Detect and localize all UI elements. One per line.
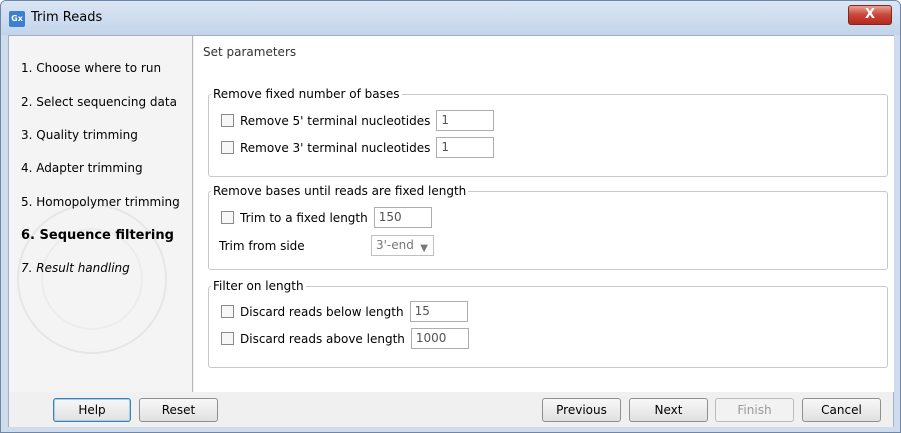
step-result-handling: 7. Result handling [21, 261, 130, 275]
section-title: Set parameters [203, 45, 297, 59]
discard-above-label[interactable]: Discard reads above length [240, 332, 405, 346]
group-remove-fixed-bases-legend: Remove fixed number of bases [211, 87, 402, 101]
remove3-input[interactable]: 1 [436, 137, 495, 158]
group-filter-length-legend: Filter on length [211, 279, 306, 293]
chevron-down-icon: ▼ [420, 243, 428, 254]
group-fixed-length: Remove bases until reads are fixed lengt… [208, 184, 888, 270]
trim-side-label: Trim from side [219, 239, 305, 253]
remove5-row: Remove 5' terminal nucleotides 1 [221, 110, 495, 131]
group-fixed-length-legend: Remove bases until reads are fixed lengt… [211, 184, 469, 198]
help-button[interactable]: Help [53, 398, 131, 422]
trim-fixed-row: Trim to a fixed length 150 [221, 207, 432, 228]
group-filter-length: Filter on length Discard reads below len… [208, 279, 888, 368]
parameters-panel: Set parameters Remove fixed number of ba… [194, 36, 894, 392]
reset-button[interactable]: Reset [139, 398, 218, 422]
cancel-button[interactable]: Cancel [802, 398, 881, 422]
discard-above-row: Discard reads above length 1000 [221, 328, 469, 349]
finish-button[interactable]: Finish [715, 398, 794, 422]
remove3-label[interactable]: Remove 3' terminal nucleotides [240, 141, 430, 155]
trim-fixed-length-checkbox[interactable] [221, 211, 234, 224]
remove3-checkbox[interactable] [221, 141, 234, 154]
window-title: Trim Reads [31, 10, 103, 25]
trim-side-value: 3'-end [376, 238, 414, 252]
watermark-logo-inner [41, 228, 143, 330]
next-button[interactable]: Next [629, 398, 708, 422]
step-select-sequencing-data: 2. Select sequencing data [21, 95, 177, 109]
step-adapter-trimming: 4. Adapter trimming [21, 161, 143, 175]
close-button[interactable]: X [848, 5, 892, 25]
discard-above-input[interactable]: 1000 [410, 328, 469, 349]
discard-below-row: Discard reads below length 15 [221, 301, 468, 322]
step-quality-trimming: 3. Quality trimming [21, 128, 138, 142]
group-remove-fixed-bases: Remove fixed number of bases Remove 5' t… [208, 87, 888, 177]
remove5-input[interactable]: 1 [436, 110, 495, 131]
trim-fixed-length-label[interactable]: Trim to a fixed length [240, 211, 368, 225]
remove5-checkbox[interactable] [221, 114, 234, 127]
step-sequence-filtering: 6. Sequence filtering [21, 228, 174, 243]
step-homopolymer-trimming: 5. Homopolymer trimming [21, 195, 180, 209]
trim-fixed-length-input[interactable]: 150 [373, 207, 432, 228]
button-bar: Help Reset Previous Next Finish Cancel [9, 393, 893, 427]
wizard-steps-panel: 1. Choose where to run 2. Select sequenc… [9, 36, 193, 392]
remove3-row: Remove 3' terminal nucleotides 1 [221, 137, 495, 158]
dialog-client-area: 1. Choose where to run 2. Select sequenc… [8, 35, 894, 427]
trim-reads-dialog: Gx Trim Reads X 1. Choose where to run 2… [0, 0, 901, 433]
discard-below-checkbox[interactable] [221, 305, 234, 318]
step-choose-where-to-run: 1. Choose where to run [21, 61, 162, 75]
title-bar[interactable]: Gx Trim Reads X [1, 1, 900, 35]
trim-side-row: Trim from side [219, 239, 305, 253]
trim-side-select[interactable]: 3'-end ▼ [371, 235, 434, 256]
discard-above-checkbox[interactable] [221, 332, 234, 345]
previous-button[interactable]: Previous [542, 398, 621, 422]
remove5-label[interactable]: Remove 5' terminal nucleotides [240, 114, 430, 128]
discard-below-label[interactable]: Discard reads below length [240, 305, 404, 319]
app-icon: Gx [9, 11, 25, 27]
discard-below-input[interactable]: 15 [409, 301, 468, 322]
